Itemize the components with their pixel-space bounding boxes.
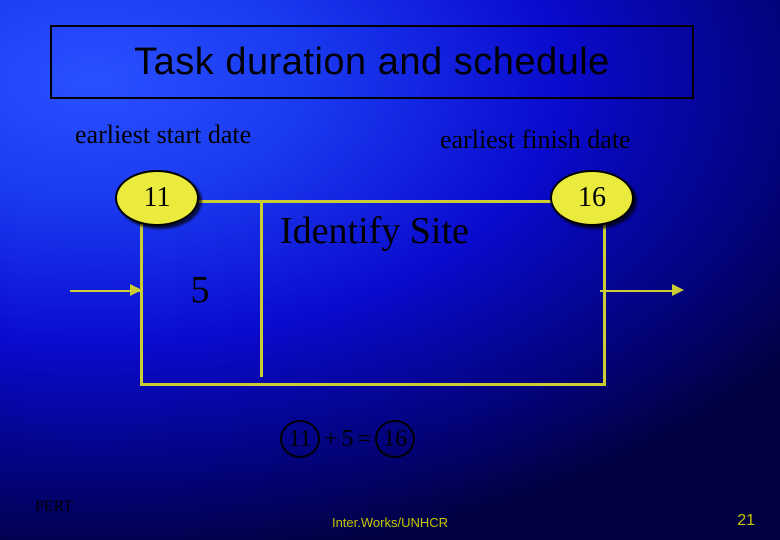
title-box: Task duration and schedule [50,25,694,99]
footer-left: PERT [35,498,73,516]
label-earliest-start: earliest start date [75,120,251,150]
equation-b: 5 [342,426,354,453]
node-earliest-start: 11 [115,170,199,226]
node-ef-value: 16 [578,182,606,214]
footer-page-number: 21 [737,512,755,530]
equation-a: 11 [288,426,311,453]
equation-c: 16 [383,426,407,453]
task-name: Identify Site [280,210,590,254]
equation-op1: + [324,426,338,453]
equation: 11 + 5 = 16 [280,420,415,458]
equation-op2: = [358,426,372,453]
slide-title: Task duration and schedule [134,41,610,84]
arrow-out [600,290,680,292]
footer-center: Inter.Works/UNHCR [0,515,780,530]
equation-c-circle: 16 [375,420,415,458]
node-es-value: 11 [144,182,171,214]
arrow-out-head-icon [672,284,684,296]
task-duration: 5 [140,200,260,380]
task-divider [260,203,263,377]
slide: Task duration and schedule earliest star… [0,0,780,540]
equation-a-circle: 11 [280,420,320,458]
task-name-text: Identify Site [280,210,469,252]
node-earliest-finish: 16 [550,170,634,226]
label-earliest-finish: earliest finish date [440,125,631,155]
